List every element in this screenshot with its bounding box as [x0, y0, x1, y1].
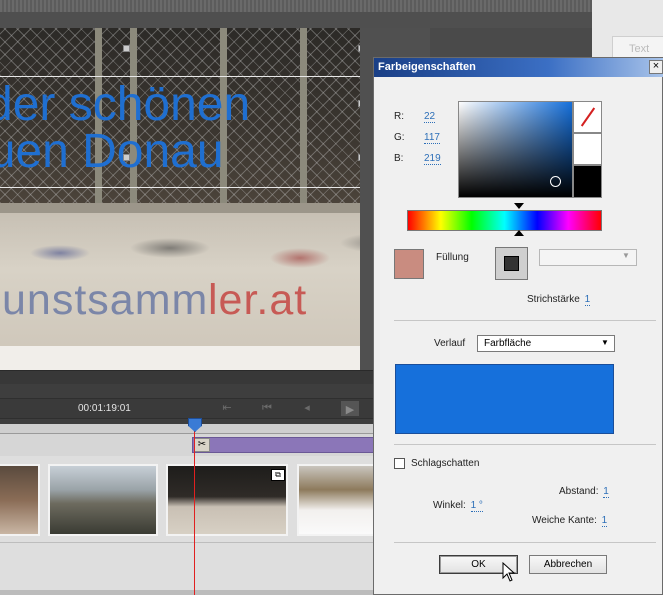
angle-value[interactable]: 1 ° [470, 500, 483, 512]
b-value[interactable]: 219 [424, 153, 441, 165]
timeline-scrollbar[interactable] [0, 590, 375, 595]
timecode-display: 00:01:19:01 [78, 403, 131, 414]
playhead-line [194, 430, 195, 595]
fill-color-swatch[interactable] [394, 249, 424, 279]
dialog-title: Farbeigenschaften [378, 61, 476, 73]
play-icon[interactable]: ▶ [340, 400, 360, 417]
wall-graffiti-text: ler.at [208, 276, 308, 324]
drop-shadow-label: Schlagschatten [411, 458, 480, 469]
r-value[interactable]: 22 [424, 111, 436, 123]
b-label: B: [394, 153, 404, 164]
frame-back-icon[interactable]: ◂ [296, 399, 318, 417]
hue-slider[interactable] [407, 210, 602, 231]
title-clip[interactable] [192, 437, 375, 453]
g-label: G: [394, 132, 405, 143]
transport-controls: 00:01:19:01 ⇤ ⏮ ◂ ▶ [0, 384, 375, 424]
white-swatch[interactable] [573, 133, 602, 165]
divider [394, 542, 656, 543]
hue-marker-top-icon [514, 203, 524, 209]
gradient-select[interactable]: Farbfläche [477, 335, 615, 352]
angle-row: Winkel: 1 ° [433, 500, 483, 512]
cancel-button[interactable]: Abbrechen [529, 555, 607, 574]
timeline-ruler[interactable] [0, 424, 375, 434]
clip-thumbnail[interactable] [166, 464, 288, 536]
distance-value[interactable]: 1 [603, 486, 609, 498]
soft-edge-label: Weiche Kante: [532, 515, 597, 526]
stroke-width-row: Strichstärke 1 [527, 294, 591, 306]
fill-label: Füllung [436, 252, 469, 263]
mouse-pointer-icon [502, 562, 516, 582]
gradient-preview [395, 364, 614, 434]
gradient-label: Verlauf [434, 338, 466, 349]
divider [394, 320, 656, 321]
monitor-control-strip [0, 370, 375, 384]
color-properties-dialog: Farbeigenschaften × R: 22 G: 117 B: 219 … [373, 57, 663, 595]
right-panel: Text [592, 0, 663, 60]
stroke-width-label: Strichstärke [527, 294, 580, 305]
clip-overlay-icon: ⧉ [271, 469, 285, 481]
r-label: R: [394, 111, 404, 122]
hue-marker-bottom-icon[interactable] [514, 230, 524, 236]
transport-bar [0, 398, 375, 419]
angle-label: Winkel: [433, 500, 466, 511]
clip-thumbnail[interactable] [48, 464, 158, 536]
stroke-width-value[interactable]: 1 [584, 294, 591, 306]
black-swatch[interactable] [573, 165, 602, 198]
chevron-down-icon[interactable]: ▼ [601, 338, 609, 347]
step-back-icon[interactable]: ⏮ [256, 399, 278, 417]
resize-handle[interactable] [123, 154, 130, 161]
resize-handle[interactable] [123, 45, 130, 52]
scissors-icon[interactable]: ✂ [194, 438, 210, 452]
color-picker-cursor[interactable] [550, 176, 561, 187]
app-top-bar [0, 0, 663, 12]
wall-graffiti-text: unstsamm [2, 276, 209, 324]
soft-edge-value[interactable]: 1 [601, 515, 608, 527]
clip-thumbnail[interactable] [297, 464, 375, 536]
divider [394, 444, 656, 445]
chevron-down-icon: ▼ [622, 251, 630, 260]
stroke-color-icon [504, 256, 519, 271]
g-value[interactable]: 117 [424, 132, 440, 144]
distance-label: Abstand: [559, 486, 599, 497]
monitor-header [0, 12, 592, 28]
soft-edge-row: Weiche Kante: 1 [532, 515, 608, 527]
clip-thumbnail[interactable] [0, 464, 40, 536]
dialog-title-bar[interactable]: Farbeigenschaften × [374, 58, 663, 77]
drop-shadow-checkbox[interactable] [394, 458, 405, 469]
distance-row: Abstand: 1 [559, 486, 609, 498]
text-selection-box [0, 76, 365, 188]
close-icon[interactable]: × [649, 60, 663, 74]
skip-to-start-icon[interactable]: ⇤ [216, 399, 238, 417]
track-divider [0, 542, 375, 543]
